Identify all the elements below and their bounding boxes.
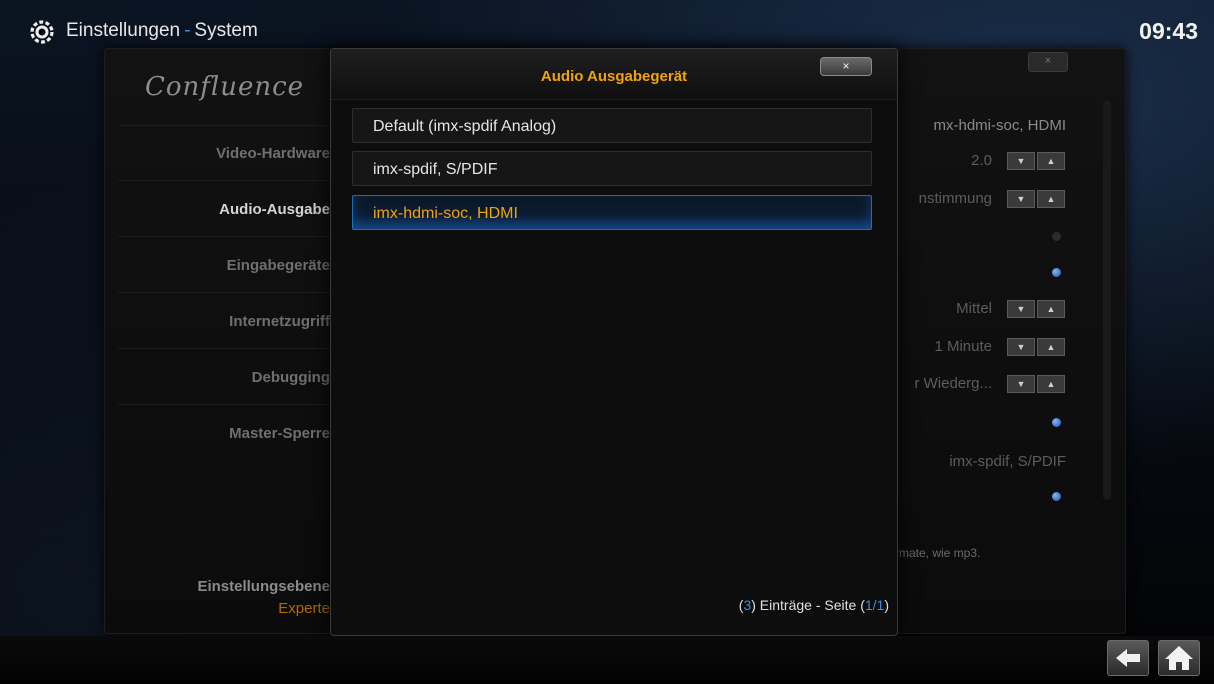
settings-level-value[interactable]: Experte bbox=[278, 600, 330, 617]
settings-close-button[interactable]: × bbox=[1028, 52, 1068, 72]
toggle-radio-on[interactable] bbox=[1052, 418, 1061, 427]
chevron-down-icon[interactable]: ▼ bbox=[1007, 338, 1035, 356]
sidebar-divider bbox=[118, 125, 330, 126]
clock: 09:43 bbox=[1139, 18, 1198, 44]
back-button[interactable] bbox=[1107, 640, 1149, 676]
sidebar-divider bbox=[118, 348, 330, 349]
audio-output-dialog: Audio Ausgabegerät × Default (imx-spdif … bbox=[330, 48, 898, 636]
chevron-down-icon[interactable]: ▼ bbox=[1007, 300, 1035, 318]
sidebar-divider bbox=[118, 236, 330, 237]
list-item-selected[interactable]: imx-hdmi-soc, HDMI bbox=[352, 195, 872, 230]
chevron-up-icon[interactable]: ▲ bbox=[1037, 300, 1065, 318]
sidebar-item-eingabegeraete[interactable]: Eingabegeräte bbox=[227, 257, 330, 274]
home-button[interactable] bbox=[1158, 640, 1200, 676]
chevron-down-icon[interactable]: ▼ bbox=[1007, 190, 1035, 208]
setting-description: rmate, wie mp3. bbox=[895, 546, 981, 560]
dialog-title: Audio Ausgabegerät bbox=[540, 68, 688, 85]
sidebar-item-video-hardware[interactable]: Video-Hardware bbox=[216, 145, 330, 162]
toggle-radio-on[interactable] bbox=[1052, 492, 1061, 501]
sidebar-item-debugging[interactable]: Debugging bbox=[252, 369, 330, 386]
chevron-up-icon[interactable]: ▲ bbox=[1037, 190, 1065, 208]
toggle-radio-off[interactable] bbox=[1052, 232, 1061, 241]
chevron-up-icon[interactable]: ▲ bbox=[1037, 338, 1065, 356]
page-indicator: 1/1 bbox=[864, 597, 885, 613]
sidebar-divider bbox=[118, 180, 330, 181]
list-item[interactable]: imx-spdif, S/PDIF bbox=[352, 151, 872, 186]
home-icon bbox=[1165, 646, 1193, 670]
setting-value-play-mode: r Wiederg... bbox=[914, 375, 992, 392]
subsection-title: System bbox=[194, 20, 258, 41]
section-title: Einstellungen bbox=[66, 20, 181, 41]
output-mode-spinner[interactable]: ▼ ▲ bbox=[1007, 190, 1065, 208]
settings-level-label: Einstellungsebene bbox=[197, 578, 330, 595]
sidebar-item-audio-ausgabe[interactable]: Audio-Ausgabe bbox=[219, 201, 330, 218]
setting-value-audio-device: mx-hdmi-soc, HDMI bbox=[933, 117, 1066, 134]
scrollbar[interactable] bbox=[1103, 100, 1111, 500]
chevron-up-icon[interactable]: ▲ bbox=[1037, 375, 1065, 393]
page-title: Einstellungen - System bbox=[66, 20, 258, 42]
channels-spinner[interactable]: ▼ ▲ bbox=[1007, 152, 1065, 170]
setting-value-timeout: 1 Minute bbox=[934, 338, 992, 355]
title-separator: - bbox=[184, 20, 191, 41]
chevron-up-icon[interactable]: ▲ bbox=[1037, 152, 1065, 170]
arrow-left-icon bbox=[1116, 649, 1140, 667]
setting-value-passthrough-device: imx-spdif, S/PDIF bbox=[949, 453, 1066, 470]
footer-text: ) Einträge - Seite ( bbox=[751, 597, 865, 613]
toggle-radio-on[interactable] bbox=[1052, 268, 1061, 277]
top-bar: Einstellungen - System 09:43 bbox=[0, 0, 1214, 44]
bottom-bar bbox=[0, 636, 1214, 684]
play-mode-spinner[interactable]: ▼ ▲ bbox=[1007, 375, 1065, 393]
dialog-close-button[interactable]: × bbox=[820, 57, 872, 76]
sidebar-item-internetzugriff[interactable]: Internetzugriff bbox=[229, 313, 330, 330]
setting-value-output-mode: nstimmung bbox=[918, 190, 992, 207]
setting-value-channels: 2.0 bbox=[971, 152, 992, 169]
gear-icon bbox=[30, 20, 54, 44]
sidebar-divider bbox=[118, 292, 330, 293]
chevron-down-icon[interactable]: ▼ bbox=[1007, 152, 1035, 170]
chevron-down-icon[interactable]: ▼ bbox=[1007, 375, 1035, 393]
footer-text: ) bbox=[884, 597, 889, 613]
dialog-header: Audio Ausgabegerät × bbox=[331, 49, 897, 100]
sidebar-divider bbox=[118, 404, 330, 405]
sidebar-item-master-sperre[interactable]: Master-Sperre bbox=[229, 425, 330, 442]
dialog-footer: (3) Einträge - Seite (1/1) bbox=[739, 597, 889, 613]
list-item[interactable]: Default (imx-spdif Analog) bbox=[352, 108, 872, 143]
timeout-spinner[interactable]: ▼ ▲ bbox=[1007, 338, 1065, 356]
setting-value-quality: Mittel bbox=[956, 300, 992, 317]
skin-logo: Confluence bbox=[145, 72, 305, 102]
quality-spinner[interactable]: ▼ ▲ bbox=[1007, 300, 1065, 318]
